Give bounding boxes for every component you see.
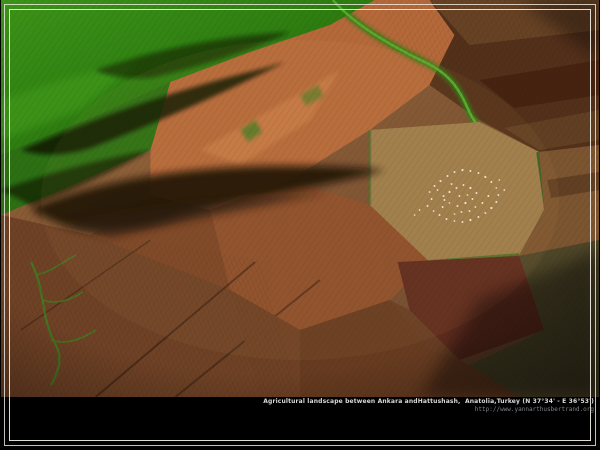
caption-url: http://www.yannarthusbertrand.org: [263, 406, 594, 413]
photo-caption: Agricultural landscape between Ankara an…: [263, 398, 594, 413]
aerial-photo-art: [1, 0, 599, 397]
aerial-photo: [1, 0, 599, 397]
wallpaper-canvas: Agricultural landscape between Ankara an…: [0, 0, 600, 450]
caption-title: Agricultural landscape between Ankara an…: [263, 398, 594, 405]
